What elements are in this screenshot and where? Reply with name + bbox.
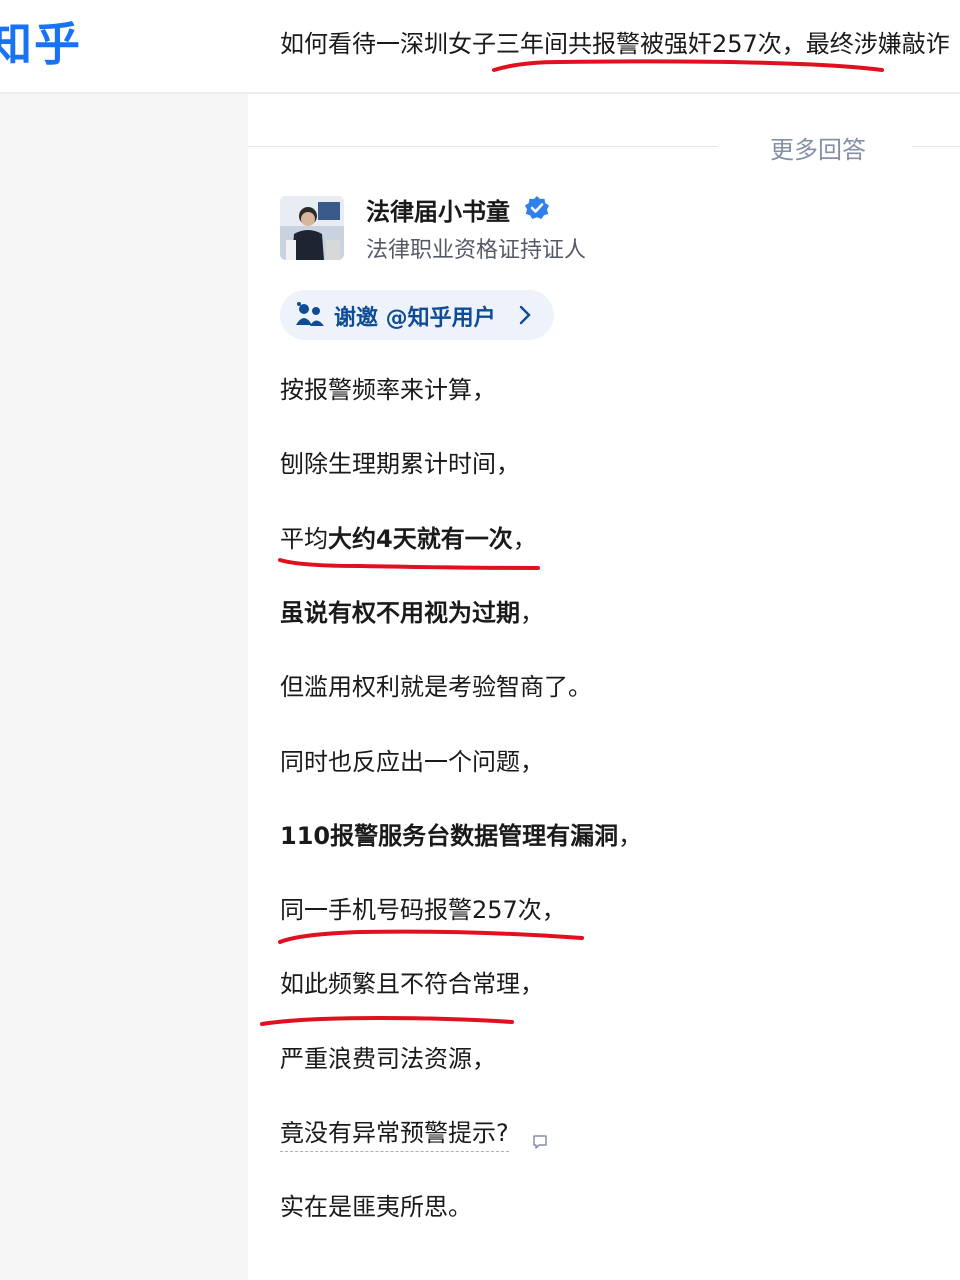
zhihu-logo[interactable]: 知乎 [0,8,82,74]
answer-paragraph: 严重浪费司法资源， [280,1045,496,1073]
answer-paragraph: 实在是匪夷所思。 [280,1193,472,1221]
divider-left [248,146,718,147]
question-title[interactable]: 如何看待一深圳女子三年间共报警被强奸257次，最终涉嫌敲诈 [280,24,950,59]
answer-paragraph: 刨除生理期累计时间， [280,450,520,478]
more-answers-row: 更多回答 [248,128,960,164]
more-answers-link[interactable]: 更多回答 [770,130,866,165]
text-normal: ， [520,599,544,627]
text-normal: 平均 [280,525,328,553]
answer-paragraph: 平均大约4天就有一次， [280,522,537,556]
answer-paragraph: 竟没有异常预警提示? [280,1116,509,1152]
chevron-right-icon [518,304,532,326]
invite-prefix: 谢邀 @ [334,306,408,331]
text-bold: 虽说有权不用视为过期 [280,599,520,627]
answer-paragraph: 但滥用权利就是考验智商了。 [280,673,592,701]
author-name[interactable]: 法律届小书童 [366,192,510,227]
text-normal: ， [512,525,537,553]
left-column [0,94,246,1280]
people-icon [294,301,326,329]
answer-paragraph: 同一手机号码报警257次， [280,896,566,924]
invite-user: 知乎用户 [407,306,496,331]
text-bold: 大约4天就有一次 [328,525,513,553]
text-normal: ， [618,822,643,850]
author-description: 法律职业资格证持证人 [366,238,587,263]
text-bold: 110报警服务台数据管理有漏洞 [280,822,619,850]
answer-paragraph: 虽说有权不用视为过期， [280,596,544,630]
top-bar: 知乎 如何看待一深圳女子三年间共报警被强奸257次，最终涉嫌敲诈 [0,0,960,94]
answer-paragraph: 按报警频率来计算， [280,376,496,404]
verified-badge-icon [524,195,550,221]
divider-right [912,146,960,147]
invite-label: 谢邀 @知乎用户 [334,300,496,332]
comment-icon[interactable] [532,1134,548,1150]
avatar[interactable] [280,196,344,260]
answer-paragraph: 110报警服务台数据管理有漏洞， [280,819,642,853]
invite-button[interactable]: 谢邀 @知乎用户 [280,290,554,340]
answer-paragraph: 如此频繁且不符合常理， [280,970,544,998]
annotated-text[interactable]: 竟没有异常预警提示? [280,1119,509,1152]
answer-paragraph: 同时也反应出一个问题， [280,748,544,776]
